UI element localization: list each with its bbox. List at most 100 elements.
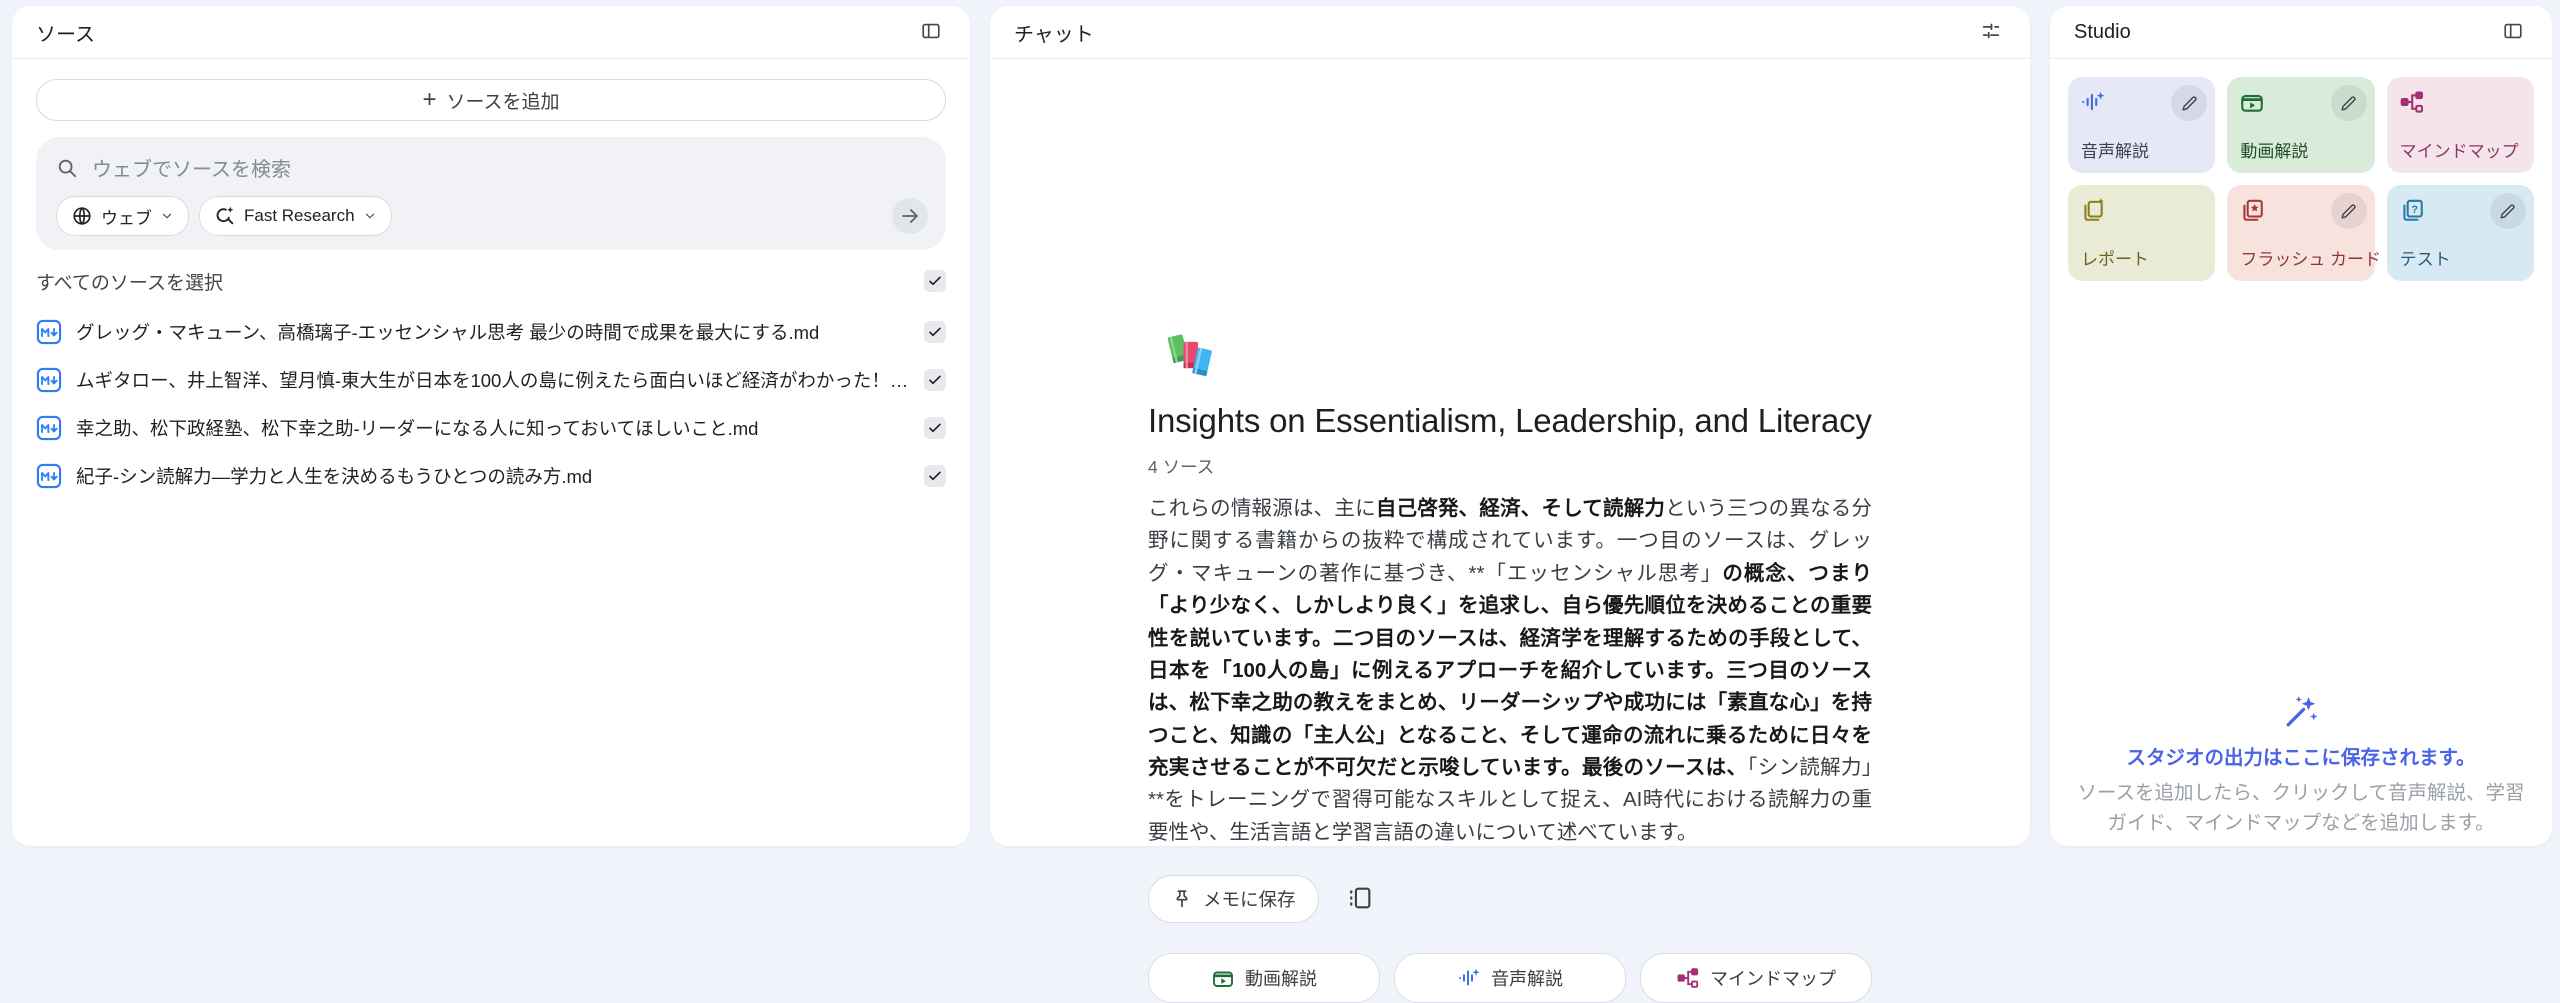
source-name: 紀子-シン読解力―学力と人生を決めるもうひとつの読み方.md <box>76 463 910 489</box>
search-icon <box>56 157 78 179</box>
web-filter-chip[interactable]: ウェブ <box>56 196 189 236</box>
check-icon <box>927 420 943 436</box>
markdown-file-icon <box>36 319 62 345</box>
studio-card-item[interactable]: レポート <box>2068 185 2215 281</box>
sources-panel-title: ソース <box>36 18 95 47</box>
web-filter-label: ウェブ <box>101 204 152 229</box>
studio-card-item[interactable]: 動画解説 <box>2227 77 2374 173</box>
edit-button[interactable] <box>2331 193 2367 229</box>
copy-button[interactable] <box>1345 884 1375 914</box>
mindmap-icon <box>1676 966 1700 990</box>
suggestion-chip[interactable]: 動画解説 <box>1148 953 1380 1003</box>
studio-panel: Studio 音声解説 動画解説 マインドマップ レポート <box>2050 6 2552 846</box>
suggestion-chip[interactable]: 音声解説 <box>1394 953 1626 1003</box>
add-source-button[interactable]: + ソースを追加 <box>36 79 946 121</box>
studio-card-item[interactable]: フラッシュ カード <box>2227 185 2374 281</box>
copy-icon <box>1346 884 1374 912</box>
chevron-down-icon <box>160 209 174 223</box>
source-checkbox[interactable] <box>924 369 946 391</box>
chat-panel: チャット Insights on Essentialism, Leadershi… <box>990 6 2030 846</box>
source-list-item[interactable]: グレッグ・マキューン、高橋璃子-エッセンシャル思考 最少の時間で成果を最大にする… <box>36 308 946 356</box>
source-checkbox[interactable] <box>924 321 946 343</box>
save-to-note-button[interactable]: メモに保存 <box>1148 875 1319 923</box>
summary-text: これらの情報源は、主に <box>1148 497 1376 520</box>
source-checkbox[interactable] <box>924 465 946 487</box>
chevron-down-icon <box>363 209 377 223</box>
search-input[interactable]: ウェブでソースを検索 <box>92 153 291 182</box>
pencil-icon <box>2339 94 2358 113</box>
plus-icon: + <box>422 88 436 112</box>
studio-panel-header: Studio <box>2050 6 2552 59</box>
research-mode-label: Fast Research <box>244 206 355 226</box>
edit-button[interactable] <box>2490 193 2526 229</box>
research-mode-chip[interactable]: Fast Research <box>199 196 392 236</box>
search-submit-button[interactable] <box>892 198 928 234</box>
suggestion-chip-label: マインドマップ <box>1710 965 1836 991</box>
chat-panel-title: チャット <box>1014 18 1094 47</box>
arrow-right-icon <box>899 205 921 227</box>
markdown-file-icon <box>36 415 62 441</box>
studio-card-label: テスト <box>2400 245 2451 270</box>
pin-icon <box>1171 888 1193 910</box>
check-icon <box>927 273 943 289</box>
source-name: グレッグ・マキューン、高橋璃子-エッセンシャル思考 最少の時間で成果を最大にする… <box>76 319 910 345</box>
studio-empty-title: スタジオの出力はここに保存されます。 <box>2050 741 2552 770</box>
tune-icon <box>1980 20 2002 42</box>
source-list-item[interactable]: 幸之助、松下政経塾、松下幸之助-リーダーになる人に知っておいてほしいこと.md <box>36 404 946 452</box>
studio-panel-title: Studio <box>2074 21 2131 44</box>
collapse-sources-panel-button[interactable] <box>916 16 946 49</box>
suggestion-chip[interactable]: マインドマップ <box>1640 953 1872 1003</box>
studio-cards-grid: 音声解説 動画解説 マインドマップ レポート フラッシュ カード ? テ <box>2050 59 2552 281</box>
notebook-summary: これらの情報源は、主に自己啓発、経済、そして読解力という三つの異なる分野に関する… <box>1148 493 1872 849</box>
markdown-file-icon <box>36 463 62 489</box>
source-name: 幸之助、松下政経塾、松下幸之助-リーダーになる人に知っておいてほしいこと.md <box>76 415 910 441</box>
notebook-title: Insights on Essentialism, Leadership, an… <box>1148 402 1872 440</box>
mindmap-icon <box>2399 89 2425 115</box>
sources-list: グレッグ・マキューン、高橋璃子-エッセンシャル思考 最少の時間で成果を最大にする… <box>36 308 946 500</box>
video-icon <box>1211 966 1235 990</box>
source-list-item[interactable]: 紀子-シン読解力―学力と人生を決めるもうひとつの読み方.md <box>36 452 946 500</box>
add-source-label: ソースを追加 <box>446 87 559 114</box>
studio-empty-state: スタジオの出力はここに保存されます。 ソースを追加したら、クリックして音声解説、… <box>2050 694 2552 838</box>
collapse-panel-icon <box>920 20 942 42</box>
sources-panel: ソース + ソースを追加 ウェブでソースを検索 ウェブ Fast <box>12 6 970 846</box>
studio-card-item[interactable]: マインドマップ <box>2387 77 2534 173</box>
chat-settings-button[interactable] <box>1976 16 2006 49</box>
select-all-sources-label: すべてのソースを選択 <box>36 268 223 295</box>
source-checkbox[interactable] <box>924 417 946 439</box>
waveform-icon <box>1457 966 1481 990</box>
select-all-checkbox[interactable] <box>924 270 946 292</box>
studio-card-label: フラッシュ カード <box>2240 245 2381 270</box>
pencil-icon <box>2498 202 2517 221</box>
research-icon <box>214 205 236 227</box>
studio-card-label: 音声解説 <box>2081 137 2149 162</box>
source-name: ムギタロー、井上智洋、望月慎-東大生が日本を100人の島に例えたら面白いほど経済… <box>76 367 910 393</box>
studio-card-label: レポート <box>2081 245 2149 270</box>
chat-panel-header: チャット <box>990 6 2030 59</box>
collapse-panel-icon <box>2502 20 2524 42</box>
magic-wand-icon <box>2283 694 2319 730</box>
edit-button[interactable] <box>2171 85 2207 121</box>
studio-empty-desc: ソースを追加したら、クリックして音声解説、学習ガイド、マインドマップなどを追加し… <box>2050 778 2552 838</box>
summary-bold-text: 自己啓発、経済、そして読解力 <box>1376 497 1665 520</box>
studio-card-label: マインドマップ <box>2400 137 2519 162</box>
suggestion-chips-row: 動画解説 音声解説 マインドマップ <box>1148 953 1872 1003</box>
edit-button[interactable] <box>2331 85 2367 121</box>
pencil-icon <box>2339 202 2358 221</box>
video-icon <box>2239 89 2265 115</box>
markdown-file-icon <box>36 367 62 393</box>
svg-text:?: ? <box>2411 204 2418 216</box>
source-list-item[interactable]: ムギタロー、井上智洋、望月慎-東大生が日本を100人の島に例えたら面白いほど経済… <box>36 356 946 404</box>
quiz-icon: ? <box>2399 197 2425 223</box>
books-icon <box>1158 331 1220 389</box>
collapse-studio-panel-button[interactable] <box>2498 16 2528 49</box>
check-icon <box>927 372 943 388</box>
save-to-note-label: メモに保存 <box>1203 886 1296 912</box>
report-icon <box>2080 197 2106 223</box>
flashcards-icon <box>2239 197 2265 223</box>
suggestion-chip-label: 動画解説 <box>1245 965 1317 991</box>
check-icon <box>927 468 943 484</box>
studio-card-item[interactable]: 音声解説 <box>2068 77 2215 173</box>
waveform-icon <box>2080 89 2106 115</box>
studio-card-item[interactable]: ? テスト <box>2387 185 2534 281</box>
